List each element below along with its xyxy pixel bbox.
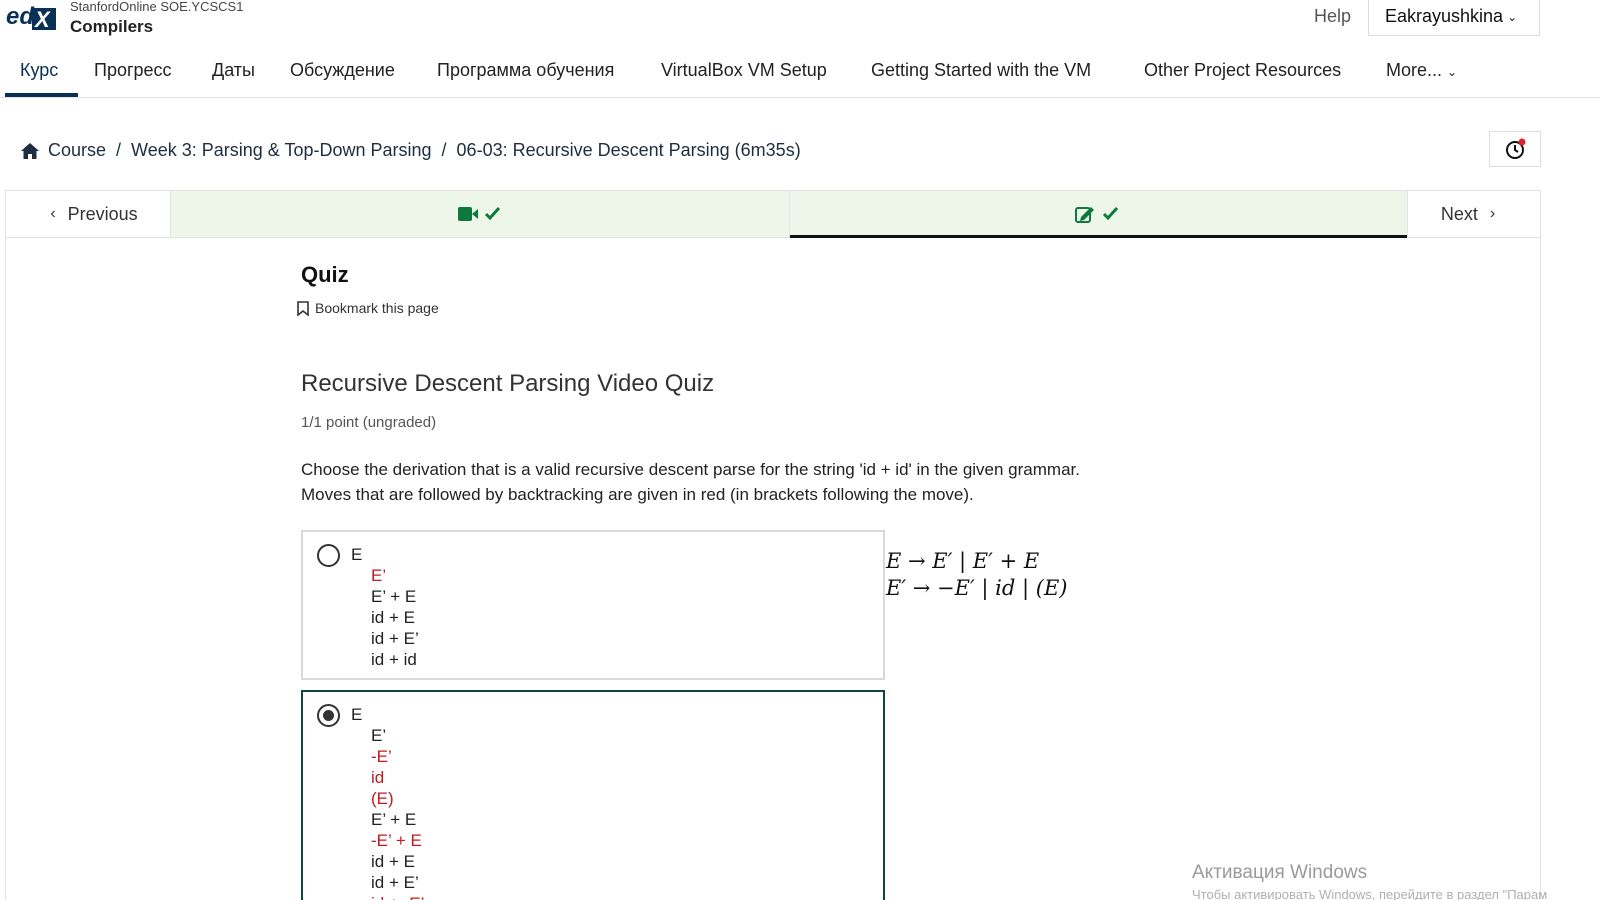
tab-getting-started[interactable]: Getting Started with the VM <box>871 60 1091 81</box>
tab-course[interactable]: Курс <box>20 60 58 81</box>
grammar-rule: E → E′ | E′ + E <box>886 549 1040 573</box>
chevron-down-icon: ⌄ <box>1447 65 1458 79</box>
username: Eakrayushkina <box>1385 6 1504 26</box>
problem-prompt: Choose the derivation that is a valid re… <box>301 457 1080 507</box>
derivation-step: E’ + E <box>371 810 417 829</box>
derivation-step: E <box>351 545 363 564</box>
sequence-navigation: ‹ Previous Next › <box>5 190 1541 238</box>
history-button[interactable] <box>1489 131 1541 167</box>
derivation-step: id + E <box>371 852 415 871</box>
next-button[interactable]: Next › <box>1408 191 1540 237</box>
radio-button[interactable] <box>317 544 340 567</box>
windows-activation-subtitle: Чтобы активировать Windows, перейдите в … <box>1192 887 1548 900</box>
edit-icon <box>1075 206 1119 223</box>
previous-button[interactable]: ‹ Previous <box>6 191 171 237</box>
derivation: E E’ -E’ id (E) E’ + E -E’ + E id + E id + E’id … <box>351 704 424 900</box>
chevron-left-icon: ‹ <box>50 205 56 222</box>
video-icon <box>457 206 500 221</box>
derivation-step-backtrack: -E’ + E <box>371 831 422 850</box>
bookmark-label: Bookmark this page <box>315 300 439 316</box>
grammar-definition: E → E′ | E′ + E E′ → −E′ | id | (E) <box>886 548 1067 602</box>
derivation-step-backtrack: id <box>371 768 385 787</box>
tab-project-resources[interactable]: Other Project Resources <box>1144 60 1341 81</box>
help-link[interactable]: Help <box>1314 6 1351 27</box>
derivation-step: id + E’ <box>371 873 419 892</box>
derivation-step-backtrack: (E) <box>371 789 394 808</box>
svg-text:ed: ed <box>6 3 35 30</box>
answer-choice-2[interactable]: E E’ -E’ id (E) E’ + E -E’ + E id + E id + E’id … <box>301 690 885 900</box>
course-title: Compilers <box>70 17 154 36</box>
unit-title: Quiz <box>301 262 349 287</box>
derivation-step: id + E <box>371 608 415 627</box>
site-header: ed X StanfordOnline SOE.YCSCS1 Compilers… <box>0 0 1600 40</box>
edx-logo[interactable]: ed X <box>4 0 56 34</box>
svg-text:X: X <box>33 7 51 32</box>
derivation-step: E <box>351 705 363 724</box>
user-menu-button[interactable]: Eakrayushkina ⌄ <box>1368 0 1540 36</box>
radio-button-selected[interactable] <box>317 704 340 727</box>
answer-choice-1[interactable]: E E’ E’ + E id + E id + E’ id + id <box>301 530 885 680</box>
derivation-step: E’ <box>371 726 387 745</box>
derivation: E E’ E’ + E id + E id + E’ id + id <box>351 544 419 670</box>
active-tab-indicator <box>5 93 78 97</box>
course-org: StanfordOnline SOE.YCSCS1 <box>70 0 244 14</box>
bookmark-icon <box>297 300 309 316</box>
previous-label: Previous <box>67 203 138 224</box>
breadcrumb-separator: / <box>441 140 447 160</box>
prompt-line: Moves that are followed by backtracking … <box>301 485 974 504</box>
tab-discussion[interactable]: Обсуждение <box>290 60 395 81</box>
tab-virtualbox-setup[interactable]: VirtualBox VM Setup <box>661 60 827 81</box>
derivation-step-backtrack: id + -E’ <box>351 893 424 900</box>
clock-history-icon <box>1506 138 1526 159</box>
tab-more[interactable]: More... ⌄ <box>1386 60 1457 81</box>
windows-activation-title: Активация Windows <box>1192 862 1368 883</box>
breadcrumb-lecture[interactable]: 06-03: Recursive Descent Parsing (6m35s) <box>457 140 801 161</box>
breadcrumb-separator: / <box>116 140 122 160</box>
grammar-rule: E′ → −E′ | id | (E) <box>886 576 1068 600</box>
tab-more-label: More... <box>1386 60 1443 80</box>
problem-title: Recursive Descent Parsing Video Quiz <box>301 370 715 397</box>
course-tabs: Курс Прогресс Даты Обсуждение Программа … <box>0 52 1600 98</box>
chevron-down-icon: ⌄ <box>1507 9 1518 24</box>
home-icon[interactable] <box>20 142 40 160</box>
derivation-step-backtrack: E’ <box>371 566 387 585</box>
breadcrumb: Course / Week 3: Parsing & Top-Down Pars… <box>20 140 801 161</box>
tab-progress[interactable]: Прогресс <box>94 60 172 81</box>
derivation-step: E’ + E <box>371 587 417 606</box>
derivation-step-backtrack: -E’ <box>371 747 392 766</box>
sequence-unit-video[interactable] <box>171 191 790 237</box>
breadcrumb-course[interactable]: Course <box>48 140 106 161</box>
derivation-step: id + E’ <box>371 629 419 648</box>
chevron-right-icon: › <box>1489 205 1496 222</box>
tab-syllabus[interactable]: Программа обучения <box>437 60 614 81</box>
tab-dates[interactable]: Даты <box>212 60 255 81</box>
next-label: Next <box>1440 203 1478 224</box>
sequence-unit-quiz[interactable] <box>789 191 1408 238</box>
breadcrumb-week[interactable]: Week 3: Parsing & Top-Down Parsing <box>131 140 431 161</box>
derivation-step: id + id <box>371 650 417 669</box>
bookmark-button[interactable]: Bookmark this page <box>297 300 439 316</box>
prompt-line: Choose the derivation that is a valid re… <box>301 460 1080 479</box>
problem-points: 1/1 point (ungraded) <box>301 414 437 431</box>
